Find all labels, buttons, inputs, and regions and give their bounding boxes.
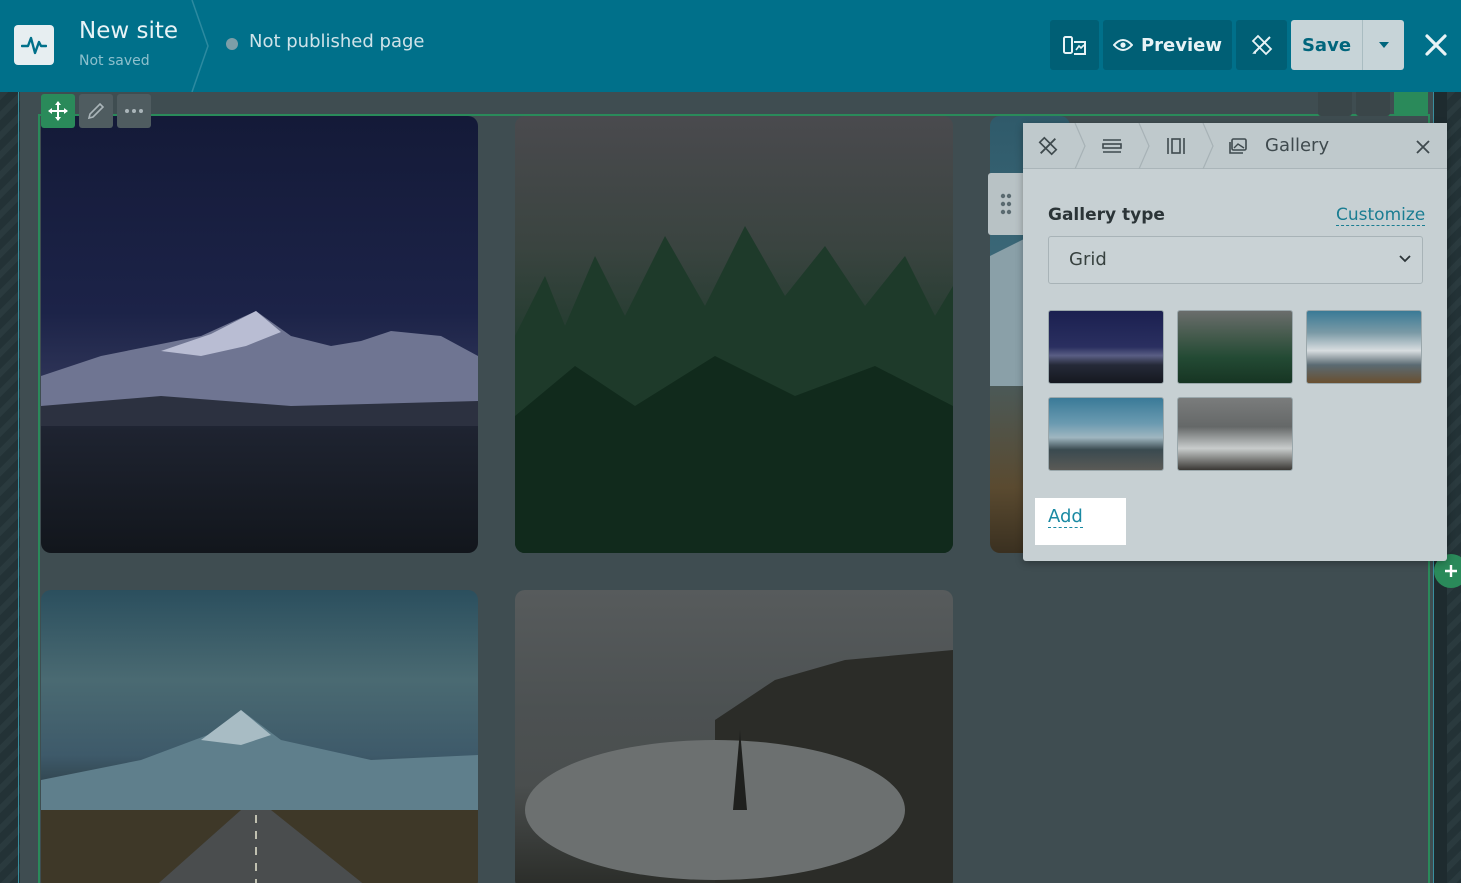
section-more-button[interactable] bbox=[1356, 92, 1390, 116]
forest-shape bbox=[515, 226, 953, 553]
close-panel-button[interactable] bbox=[1411, 135, 1435, 159]
gallery-image-mountain-night[interactable] bbox=[41, 116, 478, 553]
panel-drag-handle[interactable] bbox=[988, 173, 1024, 235]
preview-button[interactable]: Preview bbox=[1103, 20, 1232, 70]
pages-button[interactable] bbox=[1050, 20, 1099, 70]
chevron-down-icon bbox=[1399, 255, 1411, 263]
panel-breadcrumb: Gallery bbox=[1023, 123, 1447, 169]
move-block-button[interactable] bbox=[41, 94, 75, 128]
gallery-type-value: Grid bbox=[1069, 249, 1107, 270]
close-editor-button[interactable] bbox=[1421, 30, 1451, 60]
canvas-margin-right bbox=[1447, 92, 1461, 883]
thumbnail-mountain-road[interactable] bbox=[1048, 397, 1164, 471]
gallery-image-foggy-forest[interactable] bbox=[515, 116, 953, 553]
pages-icon bbox=[1062, 36, 1086, 55]
breadcrumb-chevron bbox=[1074, 123, 1086, 169]
section-toolbar bbox=[1318, 92, 1428, 116]
road-shape bbox=[41, 710, 478, 883]
column-icon bbox=[1167, 138, 1185, 154]
panel-section-tab[interactable] bbox=[1097, 133, 1127, 159]
save-status: Not saved bbox=[79, 53, 150, 69]
thumbnail-foggy-forest[interactable] bbox=[1177, 310, 1293, 384]
gallery-type-select[interactable]: Grid bbox=[1048, 236, 1423, 284]
pulse-logo-icon[interactable] bbox=[14, 25, 54, 65]
gallery-type-label: Gallery type bbox=[1048, 205, 1165, 225]
drag-handle-icon bbox=[1000, 193, 1012, 215]
top-bar: New site Not saved Not published page Pr… bbox=[0, 0, 1461, 92]
breadcrumb-separator bbox=[191, 0, 209, 92]
preview-label: Preview bbox=[1140, 34, 1223, 56]
customize-link[interactable]: Customize bbox=[1336, 205, 1426, 226]
gallery-image-mountain-road[interactable] bbox=[41, 590, 478, 883]
status-dot bbox=[226, 38, 238, 50]
caret-down-icon bbox=[1378, 42, 1389, 48]
section-move-button[interactable] bbox=[1394, 92, 1428, 116]
design-tools-icon bbox=[1038, 136, 1058, 156]
section-icon bbox=[1102, 139, 1122, 153]
close-icon bbox=[1416, 140, 1430, 154]
panel-design-tab[interactable] bbox=[1033, 133, 1063, 159]
edit-block-button[interactable] bbox=[79, 94, 113, 128]
save-dropdown-button[interactable] bbox=[1362, 20, 1404, 70]
thumbnail-snowy-peaks[interactable] bbox=[1306, 310, 1422, 384]
save-button[interactable]: Save bbox=[1291, 20, 1362, 70]
thumbnail-mountain-night[interactable] bbox=[1048, 310, 1164, 384]
thumbnail-misty-trees[interactable] bbox=[1177, 397, 1293, 471]
pencil-icon bbox=[87, 102, 105, 120]
breadcrumb-chevron bbox=[1202, 123, 1214, 169]
mist-shape bbox=[525, 650, 953, 883]
more-options-button[interactable] bbox=[117, 94, 151, 128]
eye-icon bbox=[1112, 39, 1133, 51]
panel-title: Gallery bbox=[1265, 135, 1330, 156]
design-tools-icon bbox=[1251, 34, 1272, 56]
section-edit-button[interactable] bbox=[1318, 92, 1352, 116]
plus-icon bbox=[1445, 565, 1457, 577]
breadcrumb-chevron bbox=[1138, 123, 1150, 169]
site-title[interactable]: New site bbox=[79, 18, 178, 44]
gallery-settings-panel: Gallery Gallery type Customize Grid Add bbox=[1023, 123, 1447, 561]
move-icon bbox=[48, 101, 68, 121]
more-icon bbox=[125, 109, 143, 113]
design-button[interactable] bbox=[1236, 20, 1287, 70]
page-status: Not published page bbox=[249, 31, 425, 52]
canvas-margin-left bbox=[0, 92, 20, 883]
panel-column-tab[interactable] bbox=[1161, 133, 1191, 159]
gallery-image-misty-trees[interactable] bbox=[515, 590, 953, 883]
add-image-link[interactable]: Add bbox=[1048, 506, 1083, 528]
add-image-highlight: Add bbox=[1035, 498, 1126, 545]
block-toolbar bbox=[41, 94, 151, 128]
mountain-shape bbox=[41, 311, 478, 426]
gallery-icon bbox=[1223, 133, 1253, 159]
close-icon bbox=[1425, 34, 1447, 56]
